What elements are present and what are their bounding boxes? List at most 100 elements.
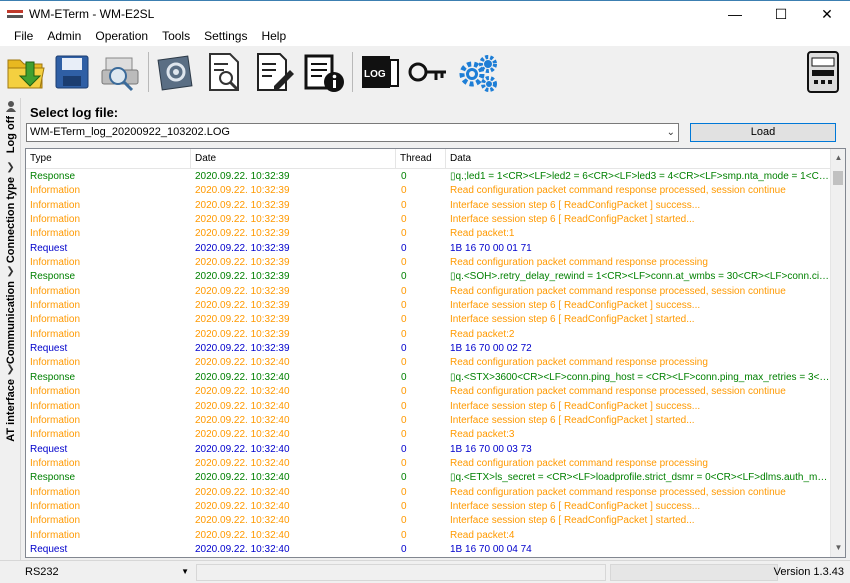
cell-type: Response [30, 271, 76, 283]
key-icon[interactable] [406, 50, 450, 94]
status-bar: RS232 ▼ Version 1.3.43 [0, 560, 850, 583]
open-folder-icon[interactable] [4, 50, 48, 94]
menu-settings[interactable]: Settings [197, 26, 254, 46]
scroll-down-icon[interactable]: ▼ [831, 541, 845, 555]
cell-date: 2020.09.22. 10:32:40 [195, 543, 290, 555]
scrollbar-thumb[interactable] [833, 171, 843, 185]
table-row[interactable]: Information 2020.09.22. 10:32:40 0 Read con… [26, 356, 831, 370]
cell-type: Request [30, 242, 68, 254]
cell-type: Response [30, 472, 76, 484]
table-row[interactable]: Information 2020.09.22. 10:32:40 0 Read con… [26, 486, 831, 500]
table-row[interactable]: Information 2020.09.22. 10:32:40 0 Interfac… [26, 514, 831, 528]
cell-thread: 0 [401, 429, 407, 441]
table-row[interactable]: Information 2020.09.22. 10:32:39 0 Read pac… [26, 227, 831, 241]
cell-thread: 0 [401, 357, 407, 369]
sidebar-tab-label: AT interface [4, 379, 17, 442]
log-grid[interactable]: Type Date Thread Data Response 2020.09.22… [25, 148, 846, 558]
table-row[interactable]: Response 2020.09.22. 10:32:39 0 ▯q.;led1 = … [26, 170, 831, 184]
table-row[interactable]: Request 2020.09.22. 10:32:40 0 1B 16 70 00 … [26, 443, 831, 457]
table-row[interactable]: Information 2020.09.22. 10:32:39 0 Read con… [26, 256, 831, 270]
table-row[interactable]: Information 2020.09.22. 10:32:40 0 Read pac… [26, 428, 831, 442]
view-document-icon[interactable] [202, 50, 246, 94]
table-row[interactable]: Information 2020.09.22. 10:32:39 0 Interfac… [26, 313, 831, 327]
menu-help[interactable]: Help [254, 26, 293, 46]
load-button[interactable]: Load [690, 123, 836, 142]
minimize-button[interactable]: — [712, 1, 758, 27]
edit-document-icon[interactable] [252, 50, 296, 94]
maximize-button[interactable]: ☐ [758, 1, 804, 27]
meter-icon[interactable] [800, 50, 844, 94]
status-message [196, 564, 606, 581]
scroll-up-icon[interactable]: ▲ [831, 151, 845, 165]
table-row[interactable]: Request 2020.09.22. 10:32:39 0 1B 16 70 00 … [26, 342, 831, 356]
cell-thread: 0 [401, 457, 407, 469]
cell-thread: 0 [401, 171, 407, 182]
chevron-right-icon: ❯ [6, 364, 15, 375]
table-row[interactable]: Information 2020.09.22. 10:32:40 0 Interfac… [26, 500, 831, 514]
cell-data: Read configuration packet command respon… [450, 386, 786, 398]
cell-data: Read configuration packet command respon… [450, 457, 708, 469]
table-row[interactable]: Request 2020.09.22. 10:32:39 0 1B 16 70 00 … [26, 242, 831, 256]
chevron-down-icon: ⌄ [666, 127, 675, 138]
table-row[interactable]: Information 2020.09.22. 10:32:40 0 Read con… [26, 385, 831, 399]
table-row[interactable]: Information 2020.09.22. 10:32:39 0 Interfac… [26, 199, 831, 213]
progress-bar [610, 564, 778, 581]
user-icon [5, 101, 16, 112]
menu-admin[interactable]: Admin [40, 26, 88, 46]
cell-data: ▯q.<ETX>ls_secret = <CR><LF>loadprofile.… [450, 472, 831, 484]
table-row[interactable]: Information 2020.09.22. 10:32:40 0 Read pac… [26, 529, 831, 543]
sidebar-tab-connection-type[interactable]: ❯ Connection type [0, 162, 21, 263]
cell-thread: 0 [401, 228, 407, 240]
cell-type: Information [30, 457, 81, 469]
log-file-select[interactable]: WM-ETerm_log_20200922_103202.LOG ⌄ [26, 123, 679, 142]
log-file-value: WM-ETerm_log_20200922_103202.LOG [30, 126, 230, 138]
port-select[interactable]: RS232 ▼ [22, 564, 192, 580]
menu-tools[interactable]: Tools [155, 26, 197, 46]
title-bar: WM-ETerm - WM-E2SL — ☐ ✕ [0, 0, 850, 26]
vertical-scrollbar[interactable]: ▲ ▼ [830, 149, 845, 557]
cell-data: Interface session step 6 [ ReadConfigPac… [450, 414, 695, 426]
save-icon[interactable] [50, 50, 94, 94]
sidebar-tab-communication[interactable]: ❯ Communication [0, 266, 21, 364]
print-preview-icon[interactable] [98, 50, 142, 94]
table-row[interactable]: Information 2020.09.22. 10:32:39 0 Interfac… [26, 299, 831, 313]
table-row[interactable]: Information 2020.09.22. 10:32:40 0 Read con… [26, 457, 831, 471]
cell-date: 2020.09.22. 10:32:39 [195, 257, 290, 269]
table-row[interactable]: Information 2020.09.22. 10:32:40 0 Interfac… [26, 414, 831, 428]
cell-date: 2020.09.22. 10:32:39 [195, 271, 290, 283]
cell-date: 2020.09.22. 10:32:39 [195, 300, 290, 312]
sidebar: Log off ❯ Connection type ❯ Communicatio… [0, 98, 21, 560]
refresh-settings-icon[interactable] [154, 50, 198, 94]
cell-date: 2020.09.22. 10:32:40 [195, 429, 290, 441]
column-header-type[interactable]: Type [26, 149, 191, 168]
cell-data: 1B 16 70 00 04 74 [450, 543, 532, 555]
cell-date: 2020.09.22. 10:32:40 [195, 515, 290, 527]
log-icon[interactable]: LOG [358, 50, 402, 94]
settings-gears-icon[interactable] [456, 50, 500, 94]
cell-thread: 0 [401, 371, 407, 383]
table-row[interactable]: Information 2020.09.22. 10:32:39 0 Read pac… [26, 328, 831, 342]
close-button[interactable]: ✕ [804, 1, 850, 27]
cell-data: Interface session step 6 [ ReadConfigPac… [450, 500, 701, 512]
cell-data: Read configuration packet command respon… [450, 257, 708, 269]
sidebar-tab-log-off[interactable]: Log off [0, 100, 21, 153]
table-row[interactable]: Information 2020.09.22. 10:32:40 0 Interfac… [26, 400, 831, 414]
table-row[interactable]: Response 2020.09.22. 10:32:39 0 ▯q.<SOH>.re… [26, 270, 831, 284]
table-row[interactable]: Response 2020.09.22. 10:32:40 0 ▯q.<ETX>ls_… [26, 471, 831, 485]
svg-text:LOG: LOG [364, 69, 386, 80]
cell-type: Information [30, 314, 81, 326]
column-header-date[interactable]: Date [191, 149, 396, 168]
menu-operation[interactable]: Operation [88, 26, 155, 46]
sidebar-tab-at-interface[interactable]: ❯ AT interface [0, 364, 21, 442]
cell-date: 2020.09.22. 10:32:39 [195, 314, 290, 326]
column-header-data[interactable]: Data [446, 149, 831, 168]
column-header-thread[interactable]: Thread [396, 149, 446, 168]
table-row[interactable]: Information 2020.09.22. 10:32:39 0 Read con… [26, 285, 831, 299]
table-row[interactable]: Response 2020.09.22. 10:32:40 0 ▯q.<STX>360… [26, 371, 831, 385]
document-info-icon[interactable] [302, 50, 346, 94]
table-row[interactable]: Information 2020.09.22. 10:32:39 0 Read con… [26, 184, 831, 198]
table-row[interactable]: Request 2020.09.22. 10:32:40 0 1B 16 70 00 … [26, 543, 831, 557]
table-row[interactable]: Information 2020.09.22. 10:32:39 0 Interfac… [26, 213, 831, 227]
menu-file[interactable]: File [0, 26, 40, 46]
cell-date: 2020.09.22. 10:32:40 [195, 414, 290, 426]
